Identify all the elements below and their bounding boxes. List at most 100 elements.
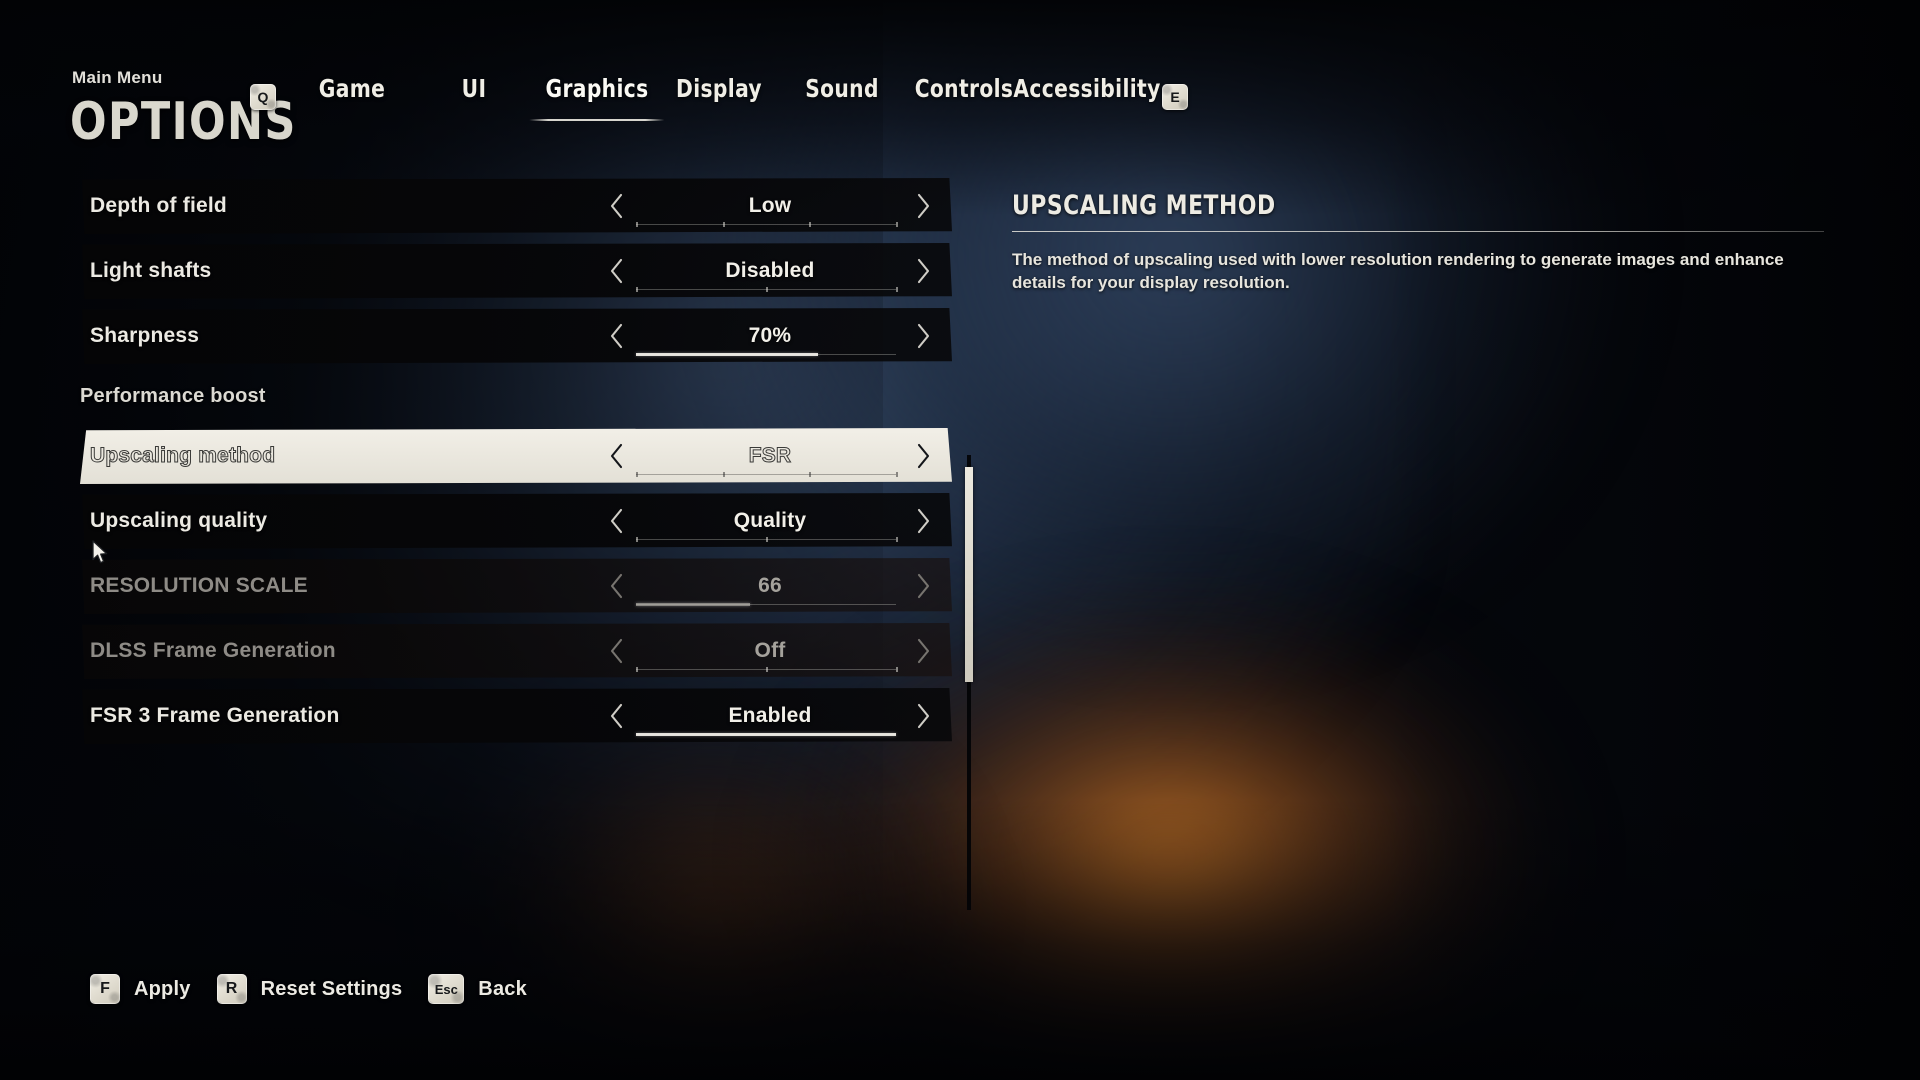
meter-track — [636, 224, 896, 225]
chevron-right-icon[interactable] — [906, 558, 940, 614]
tab-accessibility[interactable]: Accessibility — [1013, 74, 1160, 103]
tab-label: Game — [318, 74, 386, 103]
meter-fill — [636, 733, 896, 736]
key-f-icon: F — [90, 974, 120, 1004]
chevron-right-icon[interactable] — [906, 493, 940, 549]
chevron-left-icon[interactable] — [600, 308, 634, 364]
setting-meter[interactable] — [636, 287, 898, 293]
setting-meter[interactable] — [636, 472, 898, 478]
info-panel: UPSCALING METHOD The method of upscaling… — [1012, 190, 1824, 294]
setting-label: Performance boost — [80, 384, 266, 407]
tab-game[interactable]: Game — [319, 74, 386, 103]
setting-label: Upscaling method — [89, 444, 276, 468]
scrollbar-thumb[interactable] — [965, 467, 973, 682]
settings-section-performance-boost: Performance boost — [80, 368, 952, 424]
meter-track — [636, 474, 896, 475]
setting-value: Off — [754, 639, 786, 662]
setting-row-fsr-3-frame-generation[interactable]: FSR 3 Frame Generation Enabled — [80, 688, 952, 744]
tab-label: Accessibility — [1013, 74, 1161, 103]
chevron-left-icon[interactable] — [600, 243, 634, 299]
tab-controls[interactable]: Controls — [915, 74, 1014, 103]
meter-tick — [636, 287, 638, 292]
setting-row-light-shafts[interactable]: Light shafts Disabled — [80, 243, 952, 299]
info-panel-title: UPSCALING METHOD — [1012, 190, 1276, 221]
setting-label: Upscaling quality — [90, 509, 268, 532]
settings-list: Depth of field Low Light shafts Disabled Sha… — [0, 160, 960, 900]
setting-label: RESOLUTION SCALE — [90, 574, 308, 597]
tab-label: Sound — [805, 74, 879, 103]
action-apply[interactable]: F Apply — [90, 974, 191, 1004]
setting-meter[interactable] — [636, 602, 896, 608]
setting-row-depth-of-field[interactable]: Depth of field Low — [80, 178, 952, 234]
setting-row-upscaling-method[interactable]: Upscaling method FSR — [80, 428, 952, 484]
info-panel-divider — [1012, 231, 1824, 232]
action-back[interactable]: Esc Back — [428, 974, 527, 1004]
tab-label: Controls — [914, 74, 1014, 103]
meter-fill — [636, 603, 751, 606]
meter-tick — [636, 537, 638, 542]
meter-tick — [896, 537, 898, 542]
meter-tick — [896, 287, 898, 292]
meter-tick — [636, 667, 638, 672]
tab-ui[interactable]: UI — [462, 74, 487, 103]
setting-row-dlss-frame-generation[interactable]: DLSS Frame Generation Off — [80, 623, 952, 679]
chevron-right-icon[interactable] — [906, 428, 940, 484]
chevron-right-icon[interactable] — [906, 243, 940, 299]
setting-value: Quality — [733, 509, 807, 532]
chevron-left-icon[interactable] — [600, 558, 634, 614]
prev-tab-key-q[interactable]: Q — [250, 84, 276, 110]
meter-tick — [809, 472, 812, 477]
info-panel-description: The method of upscaling used with lower … — [1012, 250, 1784, 292]
chevron-right-icon[interactable] — [906, 623, 940, 679]
key-esc-icon: Esc — [428, 974, 465, 1004]
next-tab-key-e[interactable]: E — [1162, 84, 1188, 110]
setting-row-upscaling-quality[interactable]: Upscaling quality Quality — [80, 493, 952, 549]
tab-label: UI — [461, 74, 487, 103]
chevron-right-icon[interactable] — [906, 308, 940, 364]
action-label: Reset Settings — [260, 977, 403, 1000]
setting-value: 70% — [748, 324, 792, 347]
settings-scrollbar[interactable] — [965, 455, 973, 910]
setting-value: Enabled — [728, 704, 812, 727]
key-r-icon: R — [216, 974, 247, 1004]
meter-tick — [809, 222, 812, 227]
setting-label: Light shafts — [90, 259, 212, 282]
meter-fill — [636, 353, 818, 356]
active-tab-underline — [529, 119, 665, 121]
setting-label: FSR 3 Frame Generation — [90, 704, 340, 727]
header: Main Menu OPTIONS Q E Game UI Graphics Disp… — [0, 0, 1920, 152]
breadcrumb: Main Menu — [72, 68, 163, 87]
chevron-left-icon[interactable] — [600, 178, 634, 234]
tab-graphics[interactable]: Graphics — [529, 74, 665, 121]
setting-meter[interactable] — [636, 732, 896, 738]
setting-label: DLSS Frame Generation — [90, 639, 336, 662]
setting-value: Low — [748, 194, 792, 217]
meter-tick — [766, 537, 768, 542]
setting-meter[interactable] — [636, 352, 896, 358]
setting-row-sharpness[interactable]: Sharpness 70% — [80, 308, 952, 364]
meter-tick — [766, 667, 768, 672]
setting-value: 66 — [758, 574, 782, 597]
setting-value: Disabled — [725, 259, 815, 282]
chevron-left-icon[interactable] — [600, 493, 634, 549]
action-reset-settings[interactable]: R Reset Settings — [216, 974, 403, 1004]
action-label: Apply — [134, 977, 191, 1000]
chevron-right-icon[interactable] — [906, 688, 940, 744]
setting-label: Depth of field — [90, 194, 227, 217]
meter-tick — [766, 287, 768, 292]
setting-row-resolution-scale[interactable]: RESOLUTION SCALE 66 — [80, 558, 952, 614]
chevron-left-icon[interactable] — [600, 688, 634, 744]
action-label: Back — [478, 977, 527, 1000]
meter-tick — [636, 222, 638, 227]
chevron-right-icon[interactable] — [906, 178, 940, 234]
setting-meter[interactable] — [636, 222, 898, 228]
meter-tick — [722, 222, 725, 227]
chevron-left-icon[interactable] — [600, 623, 634, 679]
setting-label: Sharpness — [90, 324, 200, 347]
setting-meter[interactable] — [636, 537, 898, 543]
meter-tick — [896, 667, 898, 672]
setting-meter[interactable] — [636, 667, 898, 673]
tab-sound[interactable]: Sound — [805, 74, 879, 103]
chevron-left-icon[interactable] — [600, 428, 634, 484]
tab-display[interactable]: Display — [676, 74, 762, 103]
